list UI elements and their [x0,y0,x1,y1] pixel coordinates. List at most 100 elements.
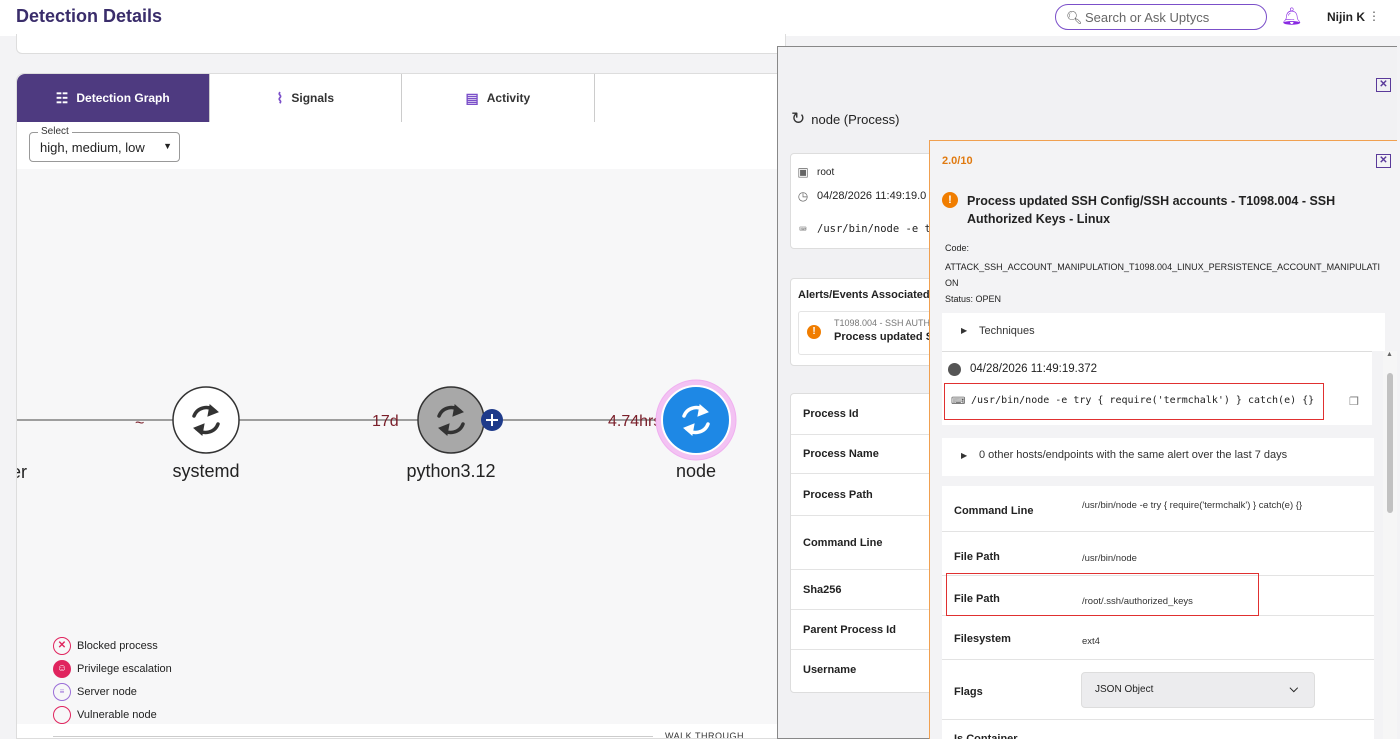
node-systemd[interactable] [172,386,240,454]
techniques-expander[interactable]: ▶ Techniques [942,313,1385,351]
property-label: Process Path [791,474,951,516]
flags-dropdown[interactable]: JSON Object ⌵ [1081,672,1315,708]
scrollbar[interactable]: ▲ [1383,351,1397,739]
blocked-process-icon: ✕ [53,636,71,655]
hosts-expander[interactable]: ▶ 0 other hosts/endpoints with the same … [942,438,1374,476]
alert-counter: 2.0/10 [942,155,973,167]
detail-value: ext4 [1082,636,1100,647]
property-label: Process Name [791,435,951,474]
tab-activity[interactable]: ▤ Activity [402,74,595,122]
walk-through-link[interactable]: WALK THROUGH [665,731,744,738]
table-row: Filesystem ext4 [942,616,1374,660]
legend-label: Blocked process [77,639,158,652]
summary-card [16,34,786,54]
techniques-label: Techniques [979,325,1035,337]
detail-value: /usr/bin/node [1082,553,1137,564]
tab-signals[interactable]: ⌇ Signals [209,74,403,122]
process-header: ↻ node (Process) [791,109,899,129]
alerts-card: Alerts/Events Associated ! T1098.004 - S… [790,278,950,366]
search-icon: 🔍︎ [1066,10,1083,25]
edge-label: ~ [135,415,144,432]
copy-icon[interactable]: ❐ [1349,395,1359,408]
close-icon[interactable]: ✕ [1376,78,1391,92]
dropdown-value: JSON Object [1095,684,1154,695]
clock-icon [948,363,961,376]
edge-label: 4.74hrs [608,413,661,430]
node-python[interactable] [417,386,503,454]
chevron-down-icon: ⌵ [1289,683,1298,695]
process-properties: Process Id Process Name Process Path Com… [790,393,951,693]
detail-key: Command Line [954,505,1034,517]
legend-item: ☺ Privilege escalation [53,657,172,680]
process-summary-card: ▣ root ◷ 04/28/2026 11:49:19.0 ⌨ /usr/bi… [790,153,950,249]
time-value: 04/28/2026 11:49:19.0 [817,190,927,202]
alert-name: Process updated SS [834,331,941,343]
detail-key: Filesystem [954,633,1011,645]
dropdown-caret-icon: ▼ [163,141,172,151]
alert-technique: T1098.004 - SSH AUTH [834,318,931,328]
alert-title: Process updated SSH Config/SSH accounts … [967,194,1336,226]
warning-icon: ! [807,325,821,339]
property-label: Process Id [791,394,951,435]
severity-select[interactable]: Select high, medium, low ▼ [29,126,180,162]
legend-label: Privilege escalation [77,662,172,675]
edge-label: 17d [372,413,399,430]
legend-label: Vulnerable node [77,708,157,721]
detail-key: Is Container [954,733,1018,739]
scroll-up-icon[interactable]: ▲ [1386,351,1393,358]
code-label: Code: [945,243,970,253]
table-row: Is Container [942,720,1374,739]
privilege-escalation-icon: ☺ [53,659,71,678]
tab-detection-graph[interactable]: ☷ Detection Graph [17,74,210,122]
property-label: Parent Process Id [791,610,951,650]
cmd-value: /usr/bin/node -e try [817,223,944,235]
file-path-highlight [946,573,1259,616]
user-value: root [817,166,835,178]
hosts-label: 0 other hosts/endpoints with the same al… [979,449,1288,461]
graph-icon: ☷ [55,89,69,106]
bell-icon[interactable]: 🔔︎ [1281,7,1303,27]
command-text: /usr/bin/node -e try { require('termchal… [971,395,1315,406]
divider [53,736,653,737]
detail-key: File Path [954,551,1000,563]
node-label: node [676,461,716,481]
user-row: ▣ root [797,165,834,179]
close-icon[interactable]: ✕ [1376,154,1391,168]
time-row: ◷ 04/28/2026 11:49:19.0 [797,189,927,203]
select-label: Select [38,126,72,137]
detail-key: Flags [954,686,983,698]
server-node-icon: ≡ [53,682,71,701]
process-title: node (Process) [811,111,900,127]
table-row: File Path /usr/bin/node [942,532,1374,576]
keyboard-icon: ⌨ [951,396,966,407]
top-bar: Detection Details 🔍︎ Search or Ask Uptyc… [0,0,1400,36]
command-highlight: ⌨ /usr/bin/node -e try { require('termch… [944,383,1324,420]
warning-icon: ! [942,192,958,208]
legend-item: ✕ Blocked process [53,634,172,657]
legend-item: ≡ Server node [53,680,172,703]
detection-panel: ☷ Detection Graph ⌇ Signals ▤ Activity S… [16,73,786,739]
alert-code: ATTACK_SSH_ACCOUNT_MANIPULATION_T1098.00… [945,262,1380,288]
graph-legend: ✕ Blocked process ☺ Privilege escalation… [53,634,172,726]
alerts-title: Alerts/Events Associated [798,289,930,301]
event-timestamp: 04/28/2026 11:49:19.372 [970,363,1098,375]
node-label: systemd [172,461,239,481]
search-input[interactable]: 🔍︎ Search or Ask Uptycs [1055,4,1267,30]
property-label: Sha256 [791,570,951,610]
clock-icon: ◷ [797,189,809,203]
scrollbar-thumb[interactable] [1387,373,1393,513]
node-node[interactable] [655,379,737,461]
signal-wave-icon: ⌇ [276,89,284,106]
user-name[interactable]: Nijin K [1327,10,1365,24]
alert-list-item[interactable]: ! T1098.004 - SSH AUTH Process updated S… [798,311,949,355]
more-vertical-icon[interactable]: ⋮ [1368,9,1380,23]
property-label: Username [803,664,857,676]
caret-right-icon: ▶ [961,326,968,335]
property-label: Command Line [791,516,951,570]
keyboard-icon: ⌨ [799,222,807,236]
detail-value: /usr/bin/node -e try { require('termchal… [1082,500,1303,511]
legend-label: Server node [77,685,137,698]
search-placeholder: Search or Ask Uptycs [1085,10,1210,25]
alert-detail-panel: 2.0/10 ✕ ! Process updated SSH Config/SS… [929,140,1397,739]
legend-item: Vulnerable node [53,703,172,726]
